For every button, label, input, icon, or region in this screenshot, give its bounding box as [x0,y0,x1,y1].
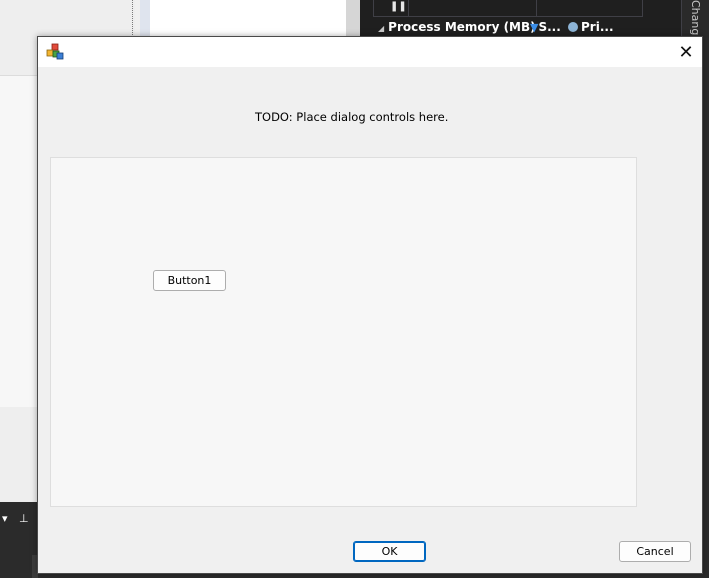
controls-panel: Button1 [50,157,637,507]
ide-designer-surface [0,75,38,409]
legend-item-private[interactable]: Pri... [568,20,614,34]
toolbar-separator [408,0,409,16]
dialog-window: ✕ TODO: Place dialog controls here. Butt… [37,36,703,574]
process-memory-label: Process Memory (MB) [388,20,536,34]
app-icon [46,43,64,61]
legend-label: S... [538,20,561,34]
designer-guide-line [132,0,133,37]
ide-left-lower-pane [0,407,38,502]
collapse-triangle-icon: ◢ [378,24,385,33]
instruction-label: TODO: Place dialog controls here. [255,110,449,124]
designer-document [150,0,346,37]
designer-margin [140,0,150,37]
legend-item-snapshot[interactable]: ▼S... [530,20,561,34]
close-button[interactable]: ✕ [670,37,702,67]
close-icon: ✕ [678,41,694,63]
ok-button[interactable]: OK [353,541,426,562]
button1[interactable]: Button1 [153,270,226,291]
circle-icon [568,22,578,32]
pause-icon[interactable]: ❚❚ [390,1,407,12]
ide-right-edge [703,37,709,578]
process-memory-header[interactable]: ◢ Process Memory (MB) [378,20,536,34]
dialog-titlebar[interactable]: ✕ [38,37,702,67]
ide-splitter[interactable] [346,0,360,37]
legend-label: Pri... [581,20,614,34]
cancel-button[interactable]: Cancel [619,541,691,562]
diagnostics-toolbar [373,0,643,17]
ide-bottom-edge [38,574,703,578]
toolbar-separator [536,0,537,16]
